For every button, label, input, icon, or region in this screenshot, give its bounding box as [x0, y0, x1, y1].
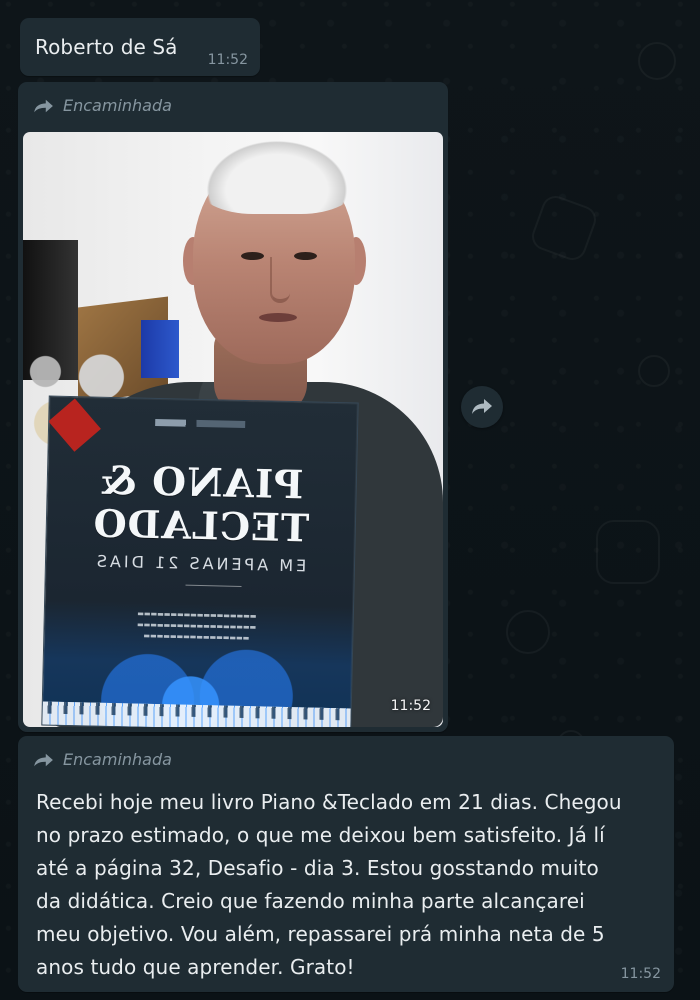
forwarded-label: Encaminhada: [63, 750, 172, 769]
wallpaper-doodle: [506, 610, 550, 654]
book-description-lines: ▬▬▬▬▬▬▬▬▬▬▬▬▬▬▬▬▬▬ ▬▬▬▬▬▬▬▬▬▬▬▬▬▬▬▬▬▬ ▬▬▬▬…: [136, 609, 257, 643]
forward-button[interactable]: [461, 386, 503, 428]
message-text: Recebi hoje meu livro Piano &Teclado em …: [36, 790, 622, 979]
forwarded-photo-message[interactable]: Encaminhada PIANO & TECLADO EM APENAS 21…: [18, 82, 448, 732]
person-eye: [294, 252, 317, 260]
forwarded-label-row: Encaminhada: [33, 96, 172, 116]
book-cover: PIANO & TECLADO EM APENAS 21 DIAS ▬▬▬▬▬▬…: [41, 395, 359, 727]
person-eye: [241, 252, 264, 260]
book-subtitle: EM APENAS 21 DIAS: [93, 551, 307, 576]
wallpaper-doodle: [596, 520, 660, 584]
forward-arrow-icon: [34, 99, 53, 113]
forwarded-text-message[interactable]: Encaminhada Recebi hoje meu livro Piano …: [18, 736, 674, 992]
book-badge: [48, 398, 101, 452]
photo-time: 11:52: [390, 698, 431, 714]
sender-name-message[interactable]: Roberto de Sá 11:52: [20, 18, 260, 76]
forward-arrow-icon: [472, 399, 492, 414]
person-nose: [270, 257, 290, 303]
book-title-line-2: TECLADO: [92, 500, 310, 551]
book-top-marks: [155, 418, 246, 428]
sender-name: Roberto de Sá: [35, 35, 178, 59]
wallpaper-doodle: [528, 192, 600, 264]
forwarded-label-row: Encaminhada: [33, 750, 172, 770]
forward-arrow-icon: [34, 753, 53, 767]
background-blue-item: [141, 320, 179, 378]
message-time: 11:52: [620, 966, 661, 982]
wallpaper-doodle: [638, 355, 670, 387]
person-hair: [197, 134, 357, 214]
book-divider: [185, 584, 242, 587]
piano-keys: [42, 701, 351, 727]
forwarded-label: Encaminhada: [63, 96, 172, 115]
message-photo[interactable]: PIANO & TECLADO EM APENAS 21 DIAS ▬▬▬▬▬▬…: [23, 132, 443, 727]
person-mouth: [259, 313, 297, 322]
wallpaper-doodle: [638, 42, 676, 80]
message-time: 11:52: [207, 52, 248, 68]
